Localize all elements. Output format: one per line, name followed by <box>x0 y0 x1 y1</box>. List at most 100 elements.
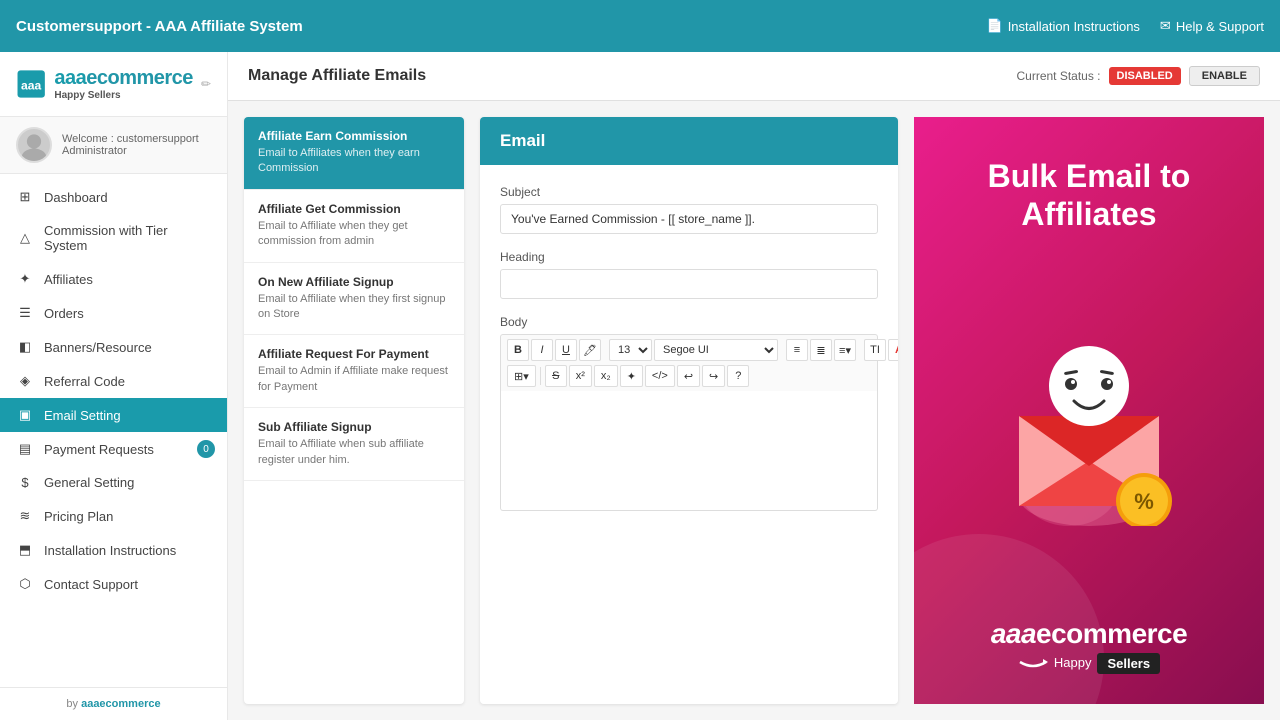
sidebar-item-general-setting[interactable]: $ General Setting <box>0 466 227 499</box>
status-bar: Current Status : DISABLED ENABLE <box>1016 66 1260 86</box>
sidebar-toggle-icon[interactable]: ✏ <box>201 77 211 91</box>
amazon-arrow-icon <box>1018 654 1048 670</box>
email-form-header: Email <box>480 117 898 165</box>
user-bar: Welcome : customersupport Administrator <box>0 117 227 174</box>
sidebar-nav: ⊞ Dashboard △ Commission with Tier Syste… <box>0 174 227 687</box>
font-size-select[interactable]: 13 10 14 16 <box>609 339 652 361</box>
text-style-button[interactable]: TI <box>864 339 886 361</box>
toolbar-sep-4 <box>540 367 541 385</box>
install-instructions-link[interactable]: 📄 Installation Instructions <box>987 18 1140 34</box>
sidebar-logo: aaa aaaecommerce Happy Sellers ✏ <box>0 52 227 117</box>
superscript-button[interactable]: x² <box>569 365 592 387</box>
heading-input[interactable] <box>500 269 878 299</box>
sidebar: aaa aaaecommerce Happy Sellers ✏ Welcome… <box>0 52 228 720</box>
subject-label: Subject <box>500 185 878 199</box>
svg-text:aaa: aaa <box>21 78 42 92</box>
toolbar-row-2: ⊞▾ S x² x₂ ✦ </> ↩ ↪ ? <box>507 365 871 387</box>
support-icon: ⬡ <box>16 576 34 592</box>
main-layout: aaa aaaecommerce Happy Sellers ✏ Welcome… <box>0 52 1280 720</box>
dashboard-icon: ⊞ <box>16 189 34 205</box>
special-char-button[interactable]: ✦ <box>620 365 643 387</box>
sidebar-item-affiliates[interactable]: ✦ Affiliates <box>0 262 227 296</box>
email-icon: ▣ <box>16 407 34 423</box>
sidebar-item-dashboard[interactable]: ⊞ Dashboard <box>0 180 227 214</box>
body-label: Body <box>500 315 878 329</box>
undo-button[interactable]: ↩ <box>677 365 700 387</box>
sellers-badge: Sellers <box>1097 653 1160 674</box>
status-badge: DISABLED <box>1109 67 1181 85</box>
sidebar-item-contact-support[interactable]: ⬡ Contact Support <box>0 567 227 601</box>
code-button[interactable]: </> <box>645 365 675 387</box>
heading-label: Heading <box>500 250 878 264</box>
right-logo-brand: aaaecommerce <box>991 618 1187 650</box>
sidebar-item-install[interactable]: ⬒ Installation Instructions <box>0 533 227 567</box>
mascot-area: % <box>989 326 1189 526</box>
svg-text:%: % <box>1134 489 1154 514</box>
help-button[interactable]: ? <box>727 365 749 387</box>
sidebar-item-referral[interactable]: ◈ Referral Code <box>0 364 227 398</box>
table-button[interactable]: ⊞▾ <box>507 365 536 387</box>
email-item-request-payment[interactable]: Affiliate Request For Payment Email to A… <box>244 335 464 408</box>
email-item-get-commission[interactable]: Affiliate Get Commission Email to Affili… <box>244 190 464 263</box>
header-left: Customersupport - AAA Affiliate System <box>16 18 303 35</box>
avatar <box>16 127 52 163</box>
format-button[interactable]: 🖊 <box>579 339 601 361</box>
welcome-text: Welcome : customersupport <box>62 133 199 145</box>
pricing-icon: ≋ <box>16 508 34 524</box>
subject-group: Subject <box>500 185 878 234</box>
email-form-panel: Email Subject Heading Body <box>480 117 898 704</box>
footer-brand-link[interactable]: aaaecommerce <box>81 698 161 710</box>
email-item-earn-commission[interactable]: Affiliate Earn Commission Email to Affil… <box>244 117 464 190</box>
orders-icon: ☰ <box>16 305 34 321</box>
editor-body[interactable] <box>500 391 878 511</box>
subscript-button[interactable]: x₂ <box>594 365 618 387</box>
bullet-list-button[interactable]: ≡ <box>786 339 808 361</box>
page-title: Manage Affiliate Emails <box>248 67 426 85</box>
underline-button[interactable]: U <box>555 339 577 361</box>
logo-icon: aaa <box>16 64 46 104</box>
referral-icon: ◈ <box>16 373 34 389</box>
sidebar-item-email-setting[interactable]: ▣ Email Setting <box>0 398 227 432</box>
install-icon: ⬒ <box>16 542 34 558</box>
body-group: Body B I U 🖊 13 10 <box>500 315 878 511</box>
number-list-button[interactable]: ≣ <box>810 339 832 361</box>
highlight-button[interactable]: A <box>888 339 898 361</box>
redo-button[interactable]: ↪ <box>702 365 725 387</box>
sidebar-item-payment-requests[interactable]: ▤ Payment Requests 0 <box>0 432 227 466</box>
subject-input[interactable] <box>500 204 878 234</box>
align-button[interactable]: ≡▾ <box>834 339 856 361</box>
sidebar-item-banners[interactable]: ◧ Banners/Resource <box>0 330 227 364</box>
logo-brand: aaaecommerce <box>54 67 193 90</box>
content-area: Manage Affiliate Emails Current Status :… <box>228 52 1280 720</box>
help-support-link[interactable]: ✉ Help & Support <box>1160 18 1264 34</box>
strikethrough-button[interactable]: S <box>545 365 567 387</box>
font-family-select[interactable]: Segoe UI Arial Times New Roman <box>654 339 778 361</box>
bold-button[interactable]: B <box>507 339 529 361</box>
sidebar-item-pricing[interactable]: ≋ Pricing Plan <box>0 499 227 533</box>
happy-text: Happy <box>1054 655 1092 670</box>
logo-sub: Happy Sellers <box>54 90 193 101</box>
sidebar-item-orders[interactable]: ☰ Orders <box>0 296 227 330</box>
header-title: Customersupport - AAA Affiliate System <box>16 18 303 35</box>
sidebar-footer: by aaaecommerce <box>0 687 227 720</box>
right-panel: Bulk Email to Affiliates <box>914 117 1264 704</box>
payment-icon: ▤ <box>16 441 34 457</box>
enable-button[interactable]: ENABLE <box>1189 66 1260 86</box>
email-form-title: Email <box>500 131 545 150</box>
user-role: Administrator <box>62 145 199 157</box>
editor-toolbar: B I U 🖊 13 10 14 16 <box>500 334 878 391</box>
tier-icon: △ <box>16 230 34 246</box>
content-body: Affiliate Earn Commission Email to Affil… <box>228 101 1280 720</box>
affiliates-icon: ✦ <box>16 271 34 287</box>
email-item-sub-affiliate[interactable]: Sub Affiliate Signup Email to Affiliate … <box>244 408 464 481</box>
email-form-body: Subject Heading Body B I U <box>480 165 898 547</box>
italic-button[interactable]: I <box>531 339 553 361</box>
mail-icon: ✉ <box>1160 18 1171 34</box>
email-item-new-signup[interactable]: On New Affiliate Signup Email to Affilia… <box>244 263 464 336</box>
top-header: Customersupport - AAA Affiliate System 📄… <box>0 0 1280 52</box>
setting-icon: $ <box>16 475 34 490</box>
page-header: Manage Affiliate Emails Current Status :… <box>228 52 1280 101</box>
header-right: 📄 Installation Instructions ✉ Help & Sup… <box>987 18 1265 34</box>
doc-icon: 📄 <box>987 18 1003 34</box>
sidebar-item-commission-tier[interactable]: △ Commission with Tier System <box>0 214 227 262</box>
